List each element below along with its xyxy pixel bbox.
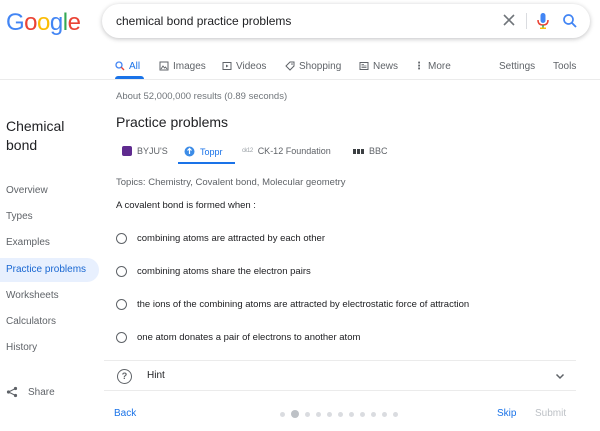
source-label: CK-12 Foundation — [257, 146, 331, 156]
news-icon — [359, 62, 369, 70]
tab-shopping[interactable]: Shopping — [285, 59, 341, 73]
toppr-logo-icon — [184, 146, 195, 157]
sidebar-item-overview[interactable]: Overview — [0, 179, 99, 203]
tab-label: All — [129, 60, 141, 72]
source-label: Toppr — [200, 146, 223, 157]
mic-icon[interactable] — [535, 12, 551, 30]
active-source-indicator — [178, 162, 235, 164]
back-button[interactable]: Back — [114, 408, 136, 419]
hint-label: Hint — [147, 370, 165, 381]
radio-button[interactable] — [116, 298, 127, 310]
hint-expander[interactable]: ? Hint — [104, 360, 576, 391]
pagination-dot — [360, 411, 365, 417]
pagination-dot — [338, 411, 343, 417]
video-icon — [222, 62, 232, 70]
search-tabs: All Images Videos Shopping News ⋮ More S — [0, 52, 600, 80]
radio-button[interactable] — [116, 232, 127, 244]
section-title: Practice problems — [116, 114, 229, 130]
logo-letter: G — [6, 9, 25, 36]
tag-icon — [285, 61, 295, 71]
pagination-dot — [327, 411, 332, 417]
tab-all[interactable]: All — [115, 59, 140, 73]
tab-tools[interactable]: Tools — [553, 59, 576, 73]
share-icon — [6, 386, 18, 398]
source-label: BYJU'S — [137, 146, 168, 156]
share-button[interactable]: Share — [6, 386, 55, 398]
logo-letter: e — [67, 9, 81, 36]
source-tab-byjus[interactable]: BYJU'S — [122, 146, 168, 156]
tab-label: Tools — [553, 60, 577, 72]
chevron-down-icon — [555, 373, 565, 380]
option-label: one atom donates a pair of electrons to … — [137, 331, 361, 343]
source-label: BBC — [369, 146, 388, 156]
answer-option[interactable]: combining atoms share the electron pairs — [116, 263, 311, 279]
tab-label: News — [373, 60, 399, 72]
tab-videos[interactable]: Videos — [222, 59, 266, 73]
close-icon[interactable] — [502, 12, 516, 28]
option-label: combining atoms are attracted by each ot… — [137, 232, 325, 244]
pagination-dot — [349, 411, 354, 417]
skip-button[interactable]: Skip — [497, 408, 516, 419]
logo-letter: g — [49, 9, 63, 36]
tab-label: More — [428, 60, 451, 72]
radio-button[interactable] — [116, 265, 127, 277]
answer-option[interactable]: the ions of the combining atoms are attr… — [116, 296, 469, 312]
source-tab-toppr[interactable]: Toppr — [184, 146, 223, 157]
tab-label: Shopping — [299, 60, 342, 72]
bbc-logo-icon — [353, 148, 364, 154]
pagination-dot — [305, 411, 310, 417]
title-line: bond — [6, 137, 38, 153]
pagination-dot — [280, 411, 285, 417]
logo-letter: o — [24, 9, 38, 36]
active-tab-indicator — [115, 76, 144, 79]
sidebar-item-worksheets[interactable]: Worksheets — [0, 284, 99, 308]
radio-button[interactable] — [116, 331, 127, 343]
source-tabs: BYJU'S Toppr ck12 CK-12 Foundation BBC — [116, 142, 590, 164]
search-input[interactable]: chemical bond practice problems — [116, 14, 291, 28]
sidebar-item-types[interactable]: Types — [0, 205, 99, 229]
sidebar-item-calculators[interactable]: Calculators — [0, 310, 99, 334]
option-label: combining atoms share the electron pairs — [137, 265, 311, 277]
tab-label: Settings — [499, 60, 536, 72]
tab-settings[interactable]: Settings — [499, 59, 535, 73]
pagination-dot — [291, 410, 299, 418]
sidebar-item-practice-problems[interactable]: Practice problems — [0, 258, 99, 282]
image-icon — [159, 61, 169, 71]
pagination-dot — [316, 411, 321, 417]
byjus-logo-icon — [122, 146, 132, 156]
divider — [526, 13, 527, 29]
sidebar-item-examples[interactable]: Examples — [0, 231, 99, 255]
sidebar-item-history[interactable]: History — [0, 336, 99, 360]
tab-label: Videos — [236, 60, 267, 72]
tab-images[interactable]: Images — [159, 59, 206, 73]
pagination-dot — [371, 411, 376, 417]
search-box[interactable]: chemical bond practice problems — [102, 4, 590, 38]
topics-text: Topics: Chemistry, Covalent bond, Molecu… — [116, 177, 346, 188]
help-icon: ? — [117, 369, 132, 384]
ck12-logo-icon: ck12 — [242, 148, 253, 154]
knowledge-title: Chemical bond — [6, 117, 96, 155]
answer-option[interactable]: combining atoms are attracted by each ot… — [116, 230, 325, 246]
pagination-dots — [280, 410, 398, 418]
more-vert-icon: ⋮ — [414, 60, 424, 72]
answer-option[interactable]: one atom donates a pair of electrons to … — [116, 329, 360, 345]
question-text: A covalent bond is formed when : — [116, 200, 256, 211]
tab-news[interactable]: News — [359, 59, 398, 73]
tab-more[interactable]: ⋮ More — [414, 59, 451, 73]
option-label: the ions of the combining atoms are attr… — [137, 298, 470, 310]
submit-button[interactable]: Submit — [535, 408, 566, 419]
google-logo[interactable]: Google — [6, 9, 81, 37]
result-stats: About 52,000,000 results (0.89 seconds) — [116, 91, 288, 102]
pagination-dot — [393, 411, 398, 417]
pagination-dot — [382, 411, 387, 417]
source-tab-ck12[interactable]: ck12 CK-12 Foundation — [242, 146, 331, 156]
tab-label: Images — [173, 60, 206, 72]
logo-letter: o — [37, 9, 50, 36]
search-icon[interactable] — [562, 12, 578, 30]
search-icon — [115, 61, 125, 71]
share-label: Share — [28, 386, 55, 398]
source-tab-bbc[interactable]: BBC — [353, 146, 388, 156]
title-line: Chemical — [6, 118, 65, 134]
